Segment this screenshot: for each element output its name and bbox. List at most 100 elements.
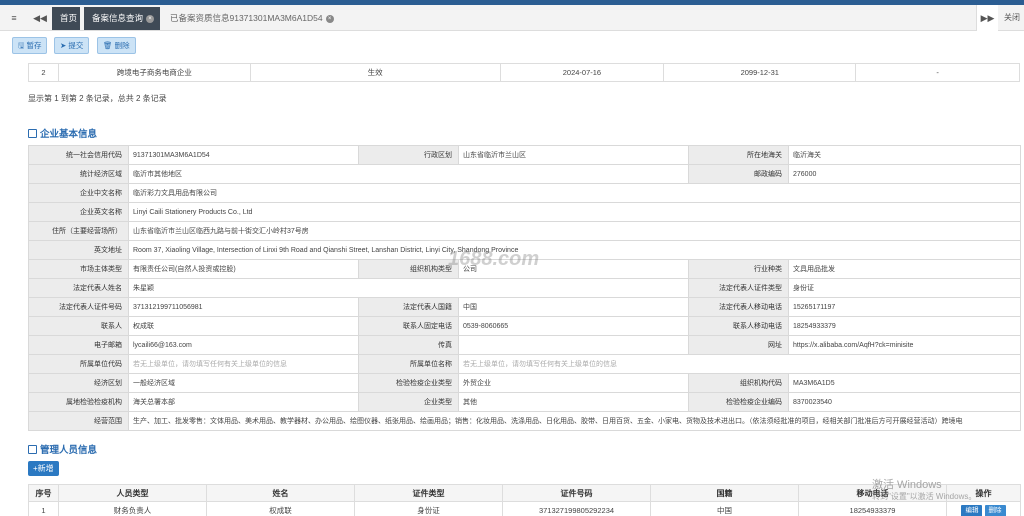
info-row: 法定代表人姓名 朱星颖 法定代表人证件类型 身份证	[28, 278, 1021, 298]
info-row: 统计经济区域 临沂市其他地区 邮政编码 276000	[28, 164, 1021, 184]
field-label: 所属单位代码	[28, 354, 129, 374]
field-label: 经营范围	[28, 411, 129, 431]
field-label: 市场主体类型	[28, 259, 129, 279]
delete-row-button[interactable]: 删除	[984, 504, 1006, 516]
field-value[interactable]: Linyi Caili Stationery Products Co., Ltd	[128, 202, 1021, 222]
column-header: 证件类型	[354, 484, 503, 502]
field-label: 经济区划	[28, 373, 129, 393]
info-row: 统一社会信用代码 91371301MA3M6A1D54 行政区划 山东省临沂市兰…	[28, 145, 1021, 165]
scroll-left-icon[interactable]: ◀◀	[28, 5, 52, 31]
edit-row-button[interactable]: 编辑	[961, 504, 983, 516]
delete-button[interactable]: 🗑 删除	[97, 37, 136, 54]
field-value[interactable]: Room 37, Xiaoling Village, Intersection …	[128, 240, 1021, 260]
tab-home-label: 首页	[60, 13, 78, 23]
field-label: 法定代表人姓名	[28, 278, 129, 298]
field-value[interactable]	[458, 335, 689, 355]
field-value[interactable]: 中国	[458, 297, 689, 317]
field-value[interactable]: MA3M6A1D5	[788, 373, 1021, 393]
close-icon[interactable]: ×	[325, 14, 334, 23]
submit-button[interactable]: ➤ 提交	[54, 37, 90, 54]
field-label: 属地检验检疫机构	[28, 392, 129, 412]
info-row: 企业英文名称 Linyi Caili Stationery Products C…	[28, 202, 1021, 222]
field-label: 行业种类	[688, 259, 789, 279]
table-cell: 身份证	[354, 501, 503, 516]
field-value[interactable]: https://x.alibaba.com/AqfH?ck=minisite	[788, 335, 1021, 355]
table-cell: 371327199805292234	[502, 501, 651, 516]
field-value[interactable]: 临沂海关	[788, 145, 1021, 165]
field-label: 行政区划	[358, 145, 459, 165]
table-cell: 18254933379	[798, 501, 947, 516]
table-cell: 中国	[650, 501, 799, 516]
edit-icon	[28, 445, 37, 454]
field-value[interactable]: 生产、加工、批发零售：文体用品、美术用品、教学器材、办公用品、绘图仪器、纸张用品…	[128, 411, 1021, 431]
save-button[interactable]: 🖫 暂存	[12, 37, 48, 54]
info-row: 属地检验检疫机构 海关总署本部 企业类型 其他 检验检疫企业编码 8370023…	[28, 392, 1021, 412]
close-tabs-button[interactable]: 关闭	[1000, 5, 1024, 31]
field-value[interactable]: 身份证	[788, 278, 1021, 298]
add-manager-label: 新增	[37, 464, 54, 473]
table-row: 2 跨境电子商务电商企业 生效 2024-07-16 2099-12-31 -	[28, 63, 1020, 82]
field-value[interactable]: 山东省临沂市兰山区	[458, 145, 689, 165]
field-value[interactable]: 18254933379	[788, 316, 1021, 336]
table-cell: 生效	[249, 63, 501, 82]
info-row: 联系人 权成联 联系人固定电话 0539-8060665 联系人移动电话 182…	[28, 316, 1021, 336]
tab-query[interactable]: 备案信息查询 ×	[84, 7, 160, 30]
windows-activation-subtitle: 转到"设置"以激活 Windows。	[872, 492, 977, 501]
column-header: 序号	[28, 484, 59, 502]
field-label: 所在地海关	[688, 145, 789, 165]
table-cell: 1	[28, 501, 59, 516]
field-label: 电子邮箱	[28, 335, 129, 355]
field-label: 网址	[688, 335, 789, 355]
field-value[interactable]: lycaili66@163.com	[128, 335, 359, 355]
field-value[interactable]: 临沂彩力文具用品有限公司	[128, 183, 1021, 203]
field-label: 企业类型	[358, 392, 459, 412]
field-value[interactable]: 临沂市其他地区	[128, 164, 689, 184]
field-value[interactable]: 8370023540	[788, 392, 1021, 412]
table-cell: 2099-12-31	[663, 63, 857, 82]
delete-label: 删除	[114, 41, 130, 50]
field-value[interactable]: 有限责任公司(自然人投资或控股)	[128, 259, 359, 279]
table-row: 1 财务负责人 权成联 身份证 371327199805292234 中国 18…	[28, 501, 1021, 516]
field-value[interactable]: 外贸企业	[458, 373, 689, 393]
field-label: 联系人固定电话	[358, 316, 459, 336]
info-row: 住所（主要经营场所） 山东省临沂市兰山区临西九路与前十街交汇小岭村37号房	[28, 221, 1021, 241]
field-placeholder[interactable]: 若无上级单位，请勿填写任何有关上级单位的信息	[458, 354, 1021, 374]
close-tabs-label: 关闭	[1004, 13, 1020, 22]
info-row: 所属单位代码 若无上级单位，请勿填写任何有关上级单位的信息 所属单位名称 若无上…	[28, 354, 1021, 374]
info-row: 法定代表人证件号码 371312199711056981 法定代表人国籍 中国 …	[28, 297, 1021, 317]
close-icon[interactable]: ×	[146, 14, 155, 23]
field-label: 企业中文名称	[28, 183, 129, 203]
field-label: 检验检疫企业编码	[688, 392, 789, 412]
field-value[interactable]: 276000	[788, 164, 1021, 184]
field-value[interactable]: 权成联	[128, 316, 359, 336]
field-value[interactable]: 朱星颖	[128, 278, 689, 298]
field-label: 组织机构类型	[358, 259, 459, 279]
field-value[interactable]: 山东省临沂市兰山区临西九路与前十街交汇小岭村37号房	[128, 221, 1021, 241]
scroll-right-icon[interactable]: ▶▶	[976, 5, 998, 31]
field-placeholder[interactable]: 若无上级单位，请勿填写任何有关上级单位的信息	[128, 354, 359, 374]
tab-bar: ≡ ◀◀ 首页 备案信息查询 × 已备案资质信息91371301MA3M6A1D5…	[0, 5, 1024, 31]
tab-home[interactable]: 首页	[52, 7, 80, 30]
column-header: 证件号码	[502, 484, 651, 502]
field-value[interactable]: 91371301MA3M6A1D54	[128, 145, 359, 165]
table-cell: 2024-07-16	[499, 63, 665, 82]
field-value[interactable]: 海关总署本部	[128, 392, 359, 412]
tab-current[interactable]: 已备案资质信息91371301MA3M6A1D54 ×	[162, 7, 340, 30]
add-manager-button[interactable]: +新增	[28, 461, 59, 476]
field-label: 传真	[358, 335, 459, 355]
save-label: 暂存	[26, 41, 42, 50]
field-value[interactable]: 0539-8060665	[458, 316, 689, 336]
info-row: 电子邮箱 lycaili66@163.com 传真 网址 https://x.a…	[28, 335, 1021, 355]
field-value[interactable]: 371312199711056981	[128, 297, 359, 317]
field-value[interactable]: 其他	[458, 392, 689, 412]
info-row: 经营范围 生产、加工、批发零售：文体用品、美术用品、教学器材、办公用品、绘图仪器…	[28, 411, 1021, 431]
section-title-basic-label: 企业基本信息	[40, 129, 98, 140]
field-value[interactable]: 15265171197	[788, 297, 1021, 317]
section-title-managers: 管理人员信息	[28, 442, 97, 456]
menu-icon[interactable]: ≡	[0, 5, 28, 31]
field-value[interactable]: 一般经济区域	[128, 373, 359, 393]
field-value[interactable]: 文具用品批发	[788, 259, 1021, 279]
filing-table: 2 跨境电子商务电商企业 生效 2024-07-16 2099-12-31 -	[28, 63, 1020, 82]
table-cell: -	[855, 63, 1020, 82]
field-label: 法定代表人国籍	[358, 297, 459, 317]
